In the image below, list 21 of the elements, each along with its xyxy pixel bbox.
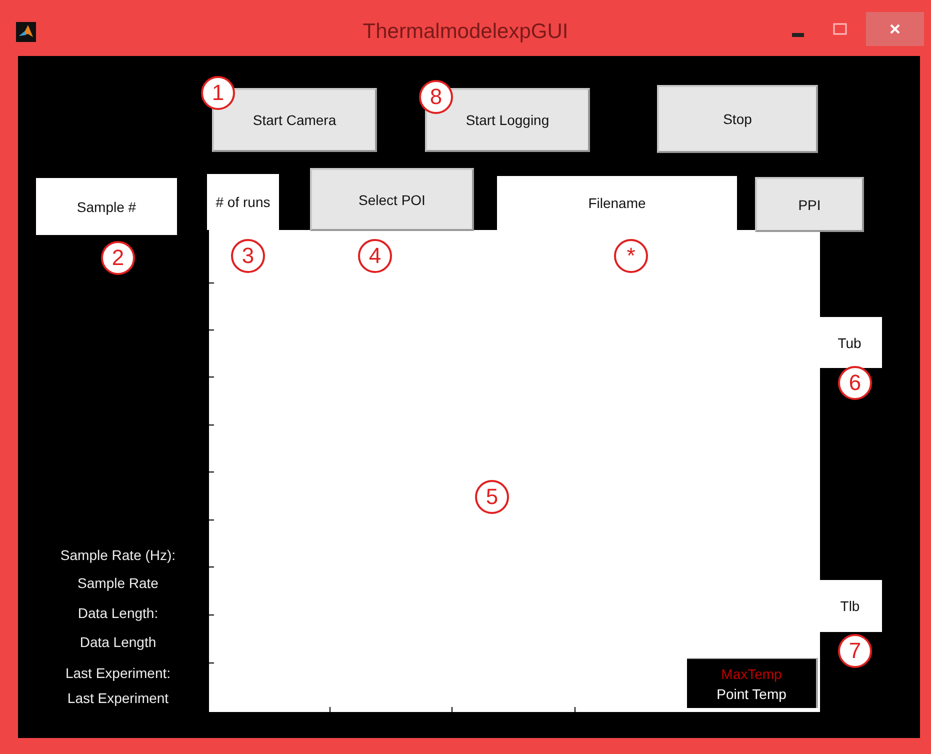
push-button[interactable]: Stop <box>657 85 818 153</box>
legend-label: MaxTemp <box>721 664 782 682</box>
info-label: Data Length: <box>76 604 160 623</box>
legend-label: Point Temp <box>716 684 786 702</box>
close-icon[interactable] <box>889 23 901 35</box>
input-field[interactable]: Filename <box>497 176 737 230</box>
input-field[interactable]: Sample # <box>36 178 177 235</box>
input-field[interactable]: Tub <box>817 317 882 368</box>
info-label: Last Experiment: <box>64 664 172 683</box>
app-icon <box>16 22 36 42</box>
info-label: Sample Rate (Hz): <box>59 546 177 565</box>
window-title: ThermalmodelexpGUI <box>362 20 570 44</box>
push-button[interactable]: PPI <box>755 177 864 232</box>
info-label: Data Length <box>78 633 158 652</box>
push-button[interactable]: Select POI <box>310 168 474 231</box>
info-label: Sample Rate <box>76 574 160 593</box>
input-field[interactable]: Tlb <box>818 580 882 632</box>
maximize-icon[interactable] <box>833 23 847 35</box>
info-label: Last Experiment <box>66 689 170 708</box>
close-button[interactable] <box>866 12 924 46</box>
input-field[interactable]: # of runs <box>207 174 279 230</box>
